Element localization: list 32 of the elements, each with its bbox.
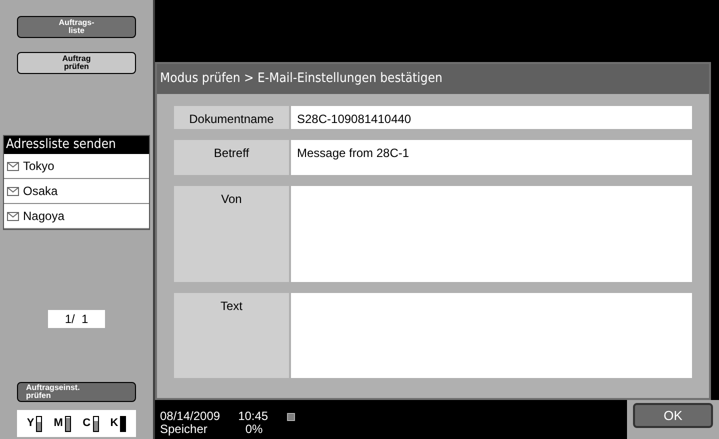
toner-gauge [64,416,71,432]
address-item[interactable]: Osaka [4,179,149,204]
field-label: Betreff [174,140,289,175]
toner-label: C [82,416,91,432]
address-item[interactable]: Nagoya [4,204,149,229]
mail-icon [7,162,19,170]
toner-label: M [54,416,63,432]
field-value: Message from 28C-1 [291,140,692,175]
toner-gauge [120,416,126,432]
toner-gauge [92,416,99,432]
sidebar-button[interactable]: Auftrag prüfen [17,52,136,74]
ok-button[interactable]: OK [633,403,713,428]
address-item[interactable]: Tokyo [4,154,149,179]
panel-title: Modus prüfen > E-Mail-Einstellungen bestätigen [157,64,709,94]
toner-label: Y [26,416,34,432]
sidebar-button[interactable]: Auftrags- liste [17,16,136,38]
field-value: S28C-109081410440 [291,106,692,129]
toner-label: K [110,416,118,432]
network-icon [286,412,296,422]
mail-icon [7,212,19,220]
field-label: Von [174,186,289,282]
toner-gauge [36,416,42,432]
memory-label: Speicher [160,423,208,436]
page-counter: 1/ 1 [48,310,105,328]
memory-value: 0% [245,423,263,436]
mail-icon [7,186,19,196]
field-label: Dokumentname [174,106,289,129]
job-settings-button[interactable]: Auftragseinst. prüfen [17,382,136,402]
field-label: Text [174,293,289,378]
address-list-title: Adressliste senden [4,136,149,154]
status-time: 10:45 [238,410,268,423]
status-date: 08/14/2009 [160,410,220,423]
